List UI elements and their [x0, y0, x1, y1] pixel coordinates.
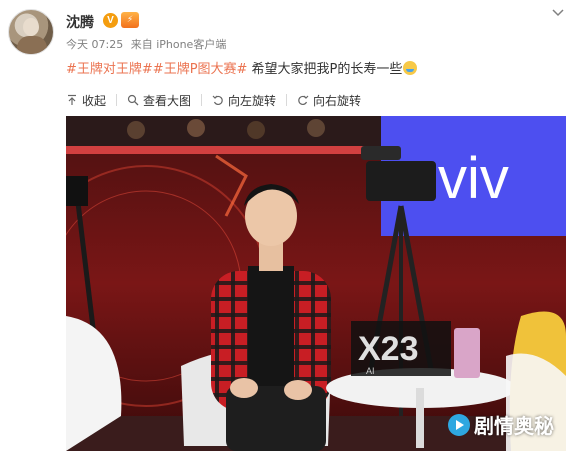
rotate-left-icon — [212, 95, 223, 106]
watermark: 剧情奥秘 — [448, 410, 554, 439]
rotate-left-button[interactable]: 向左旋转 — [212, 92, 276, 109]
view-large-label: 查看大图 — [143, 93, 192, 108]
rotate-right-button[interactable]: 向右旋转 — [297, 92, 361, 109]
post-text: #王牌对王牌##王牌P图大赛# 希望大家把我P的长寿一些 — [66, 58, 418, 77]
rotate-right-label: 向右旋转 — [313, 93, 362, 108]
divider — [286, 94, 288, 106]
divider — [116, 94, 118, 106]
post-image[interactable]: viv X23 AI 剧情奥秘 — [66, 116, 566, 451]
post-meta: 今天 07:25 来自 iPhone客户端 — [66, 36, 230, 52]
collapse-button[interactable]: 收起 — [66, 92, 106, 109]
collapse-up-icon — [68, 94, 76, 105]
search-icon — [127, 94, 139, 106]
divider — [201, 94, 203, 106]
topic-link-1[interactable]: #王牌对王牌# — [66, 62, 153, 77]
chevron-down-icon[interactable] — [551, 6, 565, 20]
level-badge-icon[interactable]: ⚡ — [121, 12, 139, 28]
rotate-left-label: 向左旋转 — [228, 93, 277, 108]
avatar[interactable] — [8, 9, 54, 55]
brand-logo: viv — [438, 146, 509, 211]
phone-tag-text: AI — [366, 366, 375, 376]
image-toolbar: 收起 查看大图 向左旋转 向右旋转 — [66, 90, 371, 110]
user-name[interactable]: 沈腾 — [66, 12, 94, 32]
topic-link-2[interactable]: #王牌P图大赛# — [153, 62, 248, 77]
verified-badge[interactable]: V — [103, 13, 118, 28]
post-body: 希望大家把我P的长寿一些 — [247, 62, 403, 77]
watermark-text: 剧情奥秘 — [474, 414, 554, 438]
post-source[interactable]: 来自 iPhone客户端 — [131, 38, 227, 51]
emoji-icon — [403, 61, 418, 75]
play-icon — [448, 413, 470, 436]
stage-photo: viv X23 AI — [66, 116, 566, 451]
rotate-right-icon — [298, 95, 309, 106]
view-large-button[interactable]: 查看大图 — [127, 92, 191, 109]
post-time[interactable]: 今天 07:25 — [66, 38, 123, 51]
phone-model-text: X23 — [358, 330, 419, 368]
collapse-label: 收起 — [82, 93, 107, 108]
